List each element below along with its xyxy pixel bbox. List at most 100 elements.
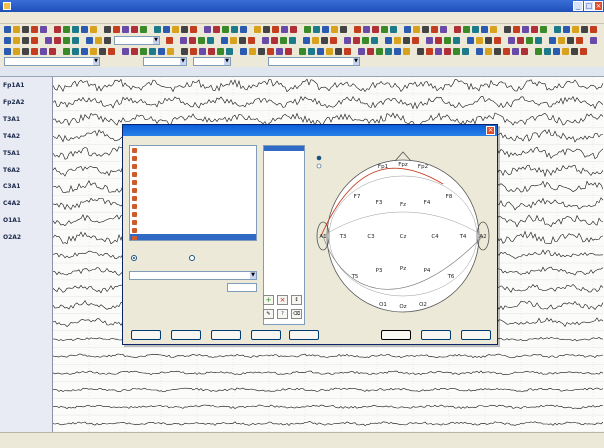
toolbar-button-icon[interactable] bbox=[390, 26, 397, 33]
toolbar-button-icon[interactable] bbox=[312, 37, 319, 44]
toolbar-button-icon[interactable] bbox=[372, 26, 379, 33]
toolbar-button-icon[interactable] bbox=[267, 48, 274, 55]
toolbar-button-icon[interactable] bbox=[263, 26, 270, 33]
toolbar-button-icon[interactable] bbox=[572, 26, 579, 33]
toolbar-button-icon[interactable] bbox=[199, 48, 206, 55]
channel-row[interactable] bbox=[0, 297, 52, 315]
toolbar-button-icon[interactable] bbox=[180, 37, 187, 44]
edit-derivation-button[interactable]: ✎ bbox=[263, 309, 274, 319]
toolbar-button-icon[interactable] bbox=[281, 26, 288, 33]
toolbar-button-icon[interactable] bbox=[289, 37, 296, 44]
channel-row[interactable]: Fp2A2 bbox=[0, 94, 52, 112]
electrode-7[interactable]: F4 bbox=[424, 200, 431, 206]
toolbar-button-icon[interactable] bbox=[22, 26, 29, 33]
electrode-4[interactable]: F7 bbox=[354, 194, 361, 200]
toolbar-button-icon[interactable] bbox=[131, 26, 138, 33]
toolbar-button-icon[interactable] bbox=[440, 26, 447, 33]
channel-row[interactable] bbox=[0, 347, 52, 365]
toolbar-button-icon[interactable] bbox=[239, 37, 246, 44]
toolbar-button-icon[interactable] bbox=[31, 37, 38, 44]
electrode-20[interactable]: T6 bbox=[447, 274, 455, 280]
toolbar-button-icon[interactable] bbox=[222, 26, 229, 33]
cancel-button[interactable] bbox=[421, 330, 451, 340]
toolbar-button-icon[interactable] bbox=[571, 48, 578, 55]
channel-label[interactable]: C4A2 bbox=[3, 199, 49, 209]
toolbar-button-icon[interactable] bbox=[4, 37, 11, 44]
toolbar-button-icon[interactable] bbox=[208, 48, 215, 55]
channel-label[interactable] bbox=[3, 368, 49, 378]
help-button[interactable] bbox=[461, 330, 491, 340]
electrode-2[interactable]: Fp2 bbox=[418, 164, 428, 170]
toolbar-button-icon[interactable] bbox=[81, 26, 88, 33]
toolbar-button-icon[interactable] bbox=[131, 48, 138, 55]
toolbar-button-icon[interactable] bbox=[181, 26, 188, 33]
electrode-11[interactable]: C3 bbox=[367, 234, 375, 240]
channel-label[interactable] bbox=[3, 419, 49, 429]
toolbar-button-icon[interactable] bbox=[108, 48, 115, 55]
channel-row[interactable]: T6A2 bbox=[0, 162, 52, 180]
toolbar-button-icon[interactable] bbox=[280, 37, 287, 44]
montage-list-item[interactable] bbox=[130, 218, 256, 226]
toolbar-button-icon[interactable] bbox=[72, 26, 79, 33]
toolbar-button-icon[interactable] bbox=[207, 37, 214, 44]
toolbar-button-icon[interactable] bbox=[190, 48, 197, 55]
channel-label[interactable] bbox=[3, 385, 49, 395]
toolbar-button-icon[interactable] bbox=[313, 26, 320, 33]
add-derivation-button[interactable]: + bbox=[263, 295, 274, 305]
toolbar-button-icon[interactable] bbox=[181, 48, 188, 55]
toolbar-button-icon[interactable] bbox=[403, 37, 410, 44]
montage-list-item[interactable] bbox=[130, 162, 256, 170]
toolbar-button-icon[interactable] bbox=[49, 48, 56, 55]
channel-label[interactable]: T5A1 bbox=[3, 149, 49, 159]
channel-row[interactable] bbox=[0, 381, 52, 399]
electrode-15[interactable]: A2 bbox=[479, 234, 486, 240]
channel-label[interactable] bbox=[3, 318, 49, 328]
toolbar-button-icon[interactable] bbox=[204, 26, 211, 33]
toolbar-button-icon[interactable] bbox=[13, 37, 20, 44]
montage-list-item[interactable] bbox=[130, 210, 256, 218]
edit-button[interactable] bbox=[171, 330, 201, 340]
toolbar-button-icon[interactable] bbox=[285, 48, 292, 55]
toolbar-button-icon[interactable] bbox=[13, 48, 20, 55]
channel-row[interactable]: O1A1 bbox=[0, 212, 52, 230]
toolbar-button-icon[interactable] bbox=[404, 26, 411, 33]
montage-list-item[interactable] bbox=[130, 194, 256, 202]
toolbar-button-icon[interactable] bbox=[308, 48, 315, 55]
toolbar-button-icon[interactable] bbox=[167, 48, 174, 55]
toolbar-button-icon[interactable] bbox=[453, 48, 460, 55]
toolbar-button-icon[interactable] bbox=[31, 48, 38, 55]
toolbar-button-icon[interactable] bbox=[90, 26, 97, 33]
toolbar-button-icon[interactable] bbox=[385, 48, 392, 55]
toolbar-button-icon[interactable] bbox=[22, 37, 29, 44]
toolbar-button-icon[interactable] bbox=[485, 37, 492, 44]
toolbar-button-icon[interactable] bbox=[385, 37, 392, 44]
channel-label[interactable]: C3A1 bbox=[3, 182, 49, 192]
toolbar-button-icon[interactable] bbox=[426, 48, 433, 55]
toolbar-button-icon[interactable] bbox=[540, 26, 547, 33]
toolbar-button-icon[interactable] bbox=[248, 37, 255, 44]
toolbar-button-icon[interactable] bbox=[90, 48, 97, 55]
channel-label[interactable]: Fp2A2 bbox=[3, 98, 49, 108]
toolbar-button-icon[interactable] bbox=[40, 26, 47, 33]
toolbar-button-icon[interactable] bbox=[326, 48, 333, 55]
toolbar-button-icon[interactable] bbox=[271, 37, 278, 44]
electrode-17[interactable]: P3 bbox=[376, 268, 383, 274]
toolbar-button-icon[interactable] bbox=[249, 48, 256, 55]
toolbar-button-icon[interactable] bbox=[113, 26, 120, 33]
toolbar-button-icon[interactable] bbox=[31, 26, 38, 33]
toolbar-button-icon[interactable] bbox=[535, 37, 542, 44]
toolbar-button-icon[interactable] bbox=[172, 26, 179, 33]
toolbar-button-icon[interactable] bbox=[508, 37, 515, 44]
toolbar-button-icon[interactable] bbox=[330, 37, 337, 44]
toolbar-button-icon[interactable] bbox=[221, 37, 228, 44]
time-select[interactable]: ▼ bbox=[114, 36, 160, 45]
toolbar-button-icon[interactable] bbox=[335, 48, 342, 55]
toolbar-button-icon[interactable] bbox=[521, 48, 528, 55]
toolbar-button-icon[interactable] bbox=[99, 48, 106, 55]
montage-list[interactable] bbox=[129, 145, 257, 241]
derivation-list-item[interactable] bbox=[264, 322, 304, 324]
toolbar-button-icon[interactable] bbox=[358, 48, 365, 55]
toolbar-button-icon[interactable] bbox=[590, 26, 597, 33]
channel-row[interactable]: Fp1A1 bbox=[0, 77, 52, 95]
toolbar-button-icon[interactable] bbox=[494, 37, 501, 44]
